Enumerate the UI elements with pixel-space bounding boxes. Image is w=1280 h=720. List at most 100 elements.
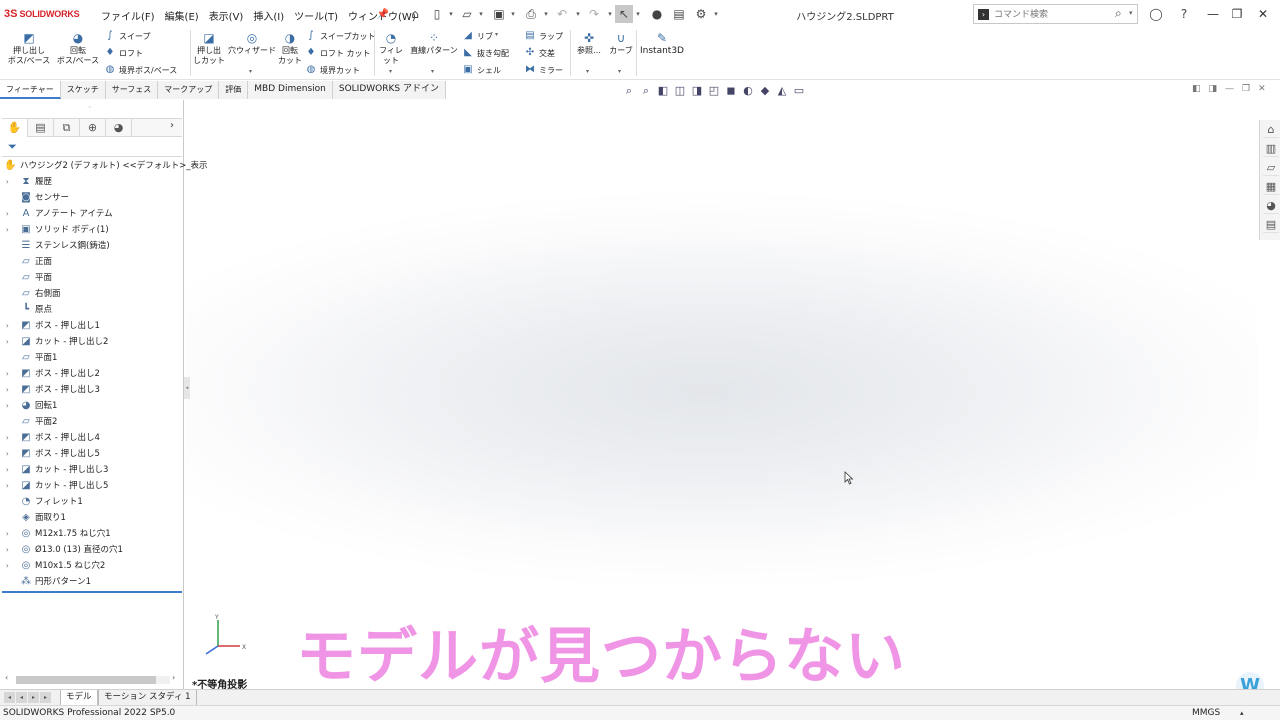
close-button[interactable]: ✕ (1252, 4, 1274, 24)
expand-arrow-icon[interactable]: › (6, 334, 14, 350)
new-dropdown-icon[interactable]: ▾ (447, 5, 455, 23)
intersect-button[interactable]: ✣ 交差 (524, 46, 555, 60)
command-search[interactable]: › ⌕ ▾ (973, 4, 1138, 24)
menu-insert[interactable]: 挿入(I) (248, 6, 289, 25)
tree-item[interactable]: › ◎ M10x1.5 ねじ穴2 (0, 558, 182, 574)
previous-view-icon[interactable]: ◧ (656, 84, 670, 98)
tree-item[interactable]: › ⧗ 履歴 (0, 174, 182, 190)
revolve-boss-button[interactable]: ◕ 回転 ボス/ベース (54, 31, 102, 66)
expand-arrow-icon[interactable]: › (6, 222, 14, 238)
linear-pattern-dropdown-icon[interactable]: ▾ (431, 68, 434, 75)
tab-surfaces[interactable]: サーフェス (105, 81, 159, 99)
viewport-minimize-icon[interactable]: — (1225, 84, 1234, 94)
scroll-left-icon[interactable]: ‹ (5, 673, 8, 682)
home-icon[interactable]: ⌂ (406, 5, 424, 23)
save-icon[interactable]: ▣ (490, 5, 508, 23)
tree-filter-row[interactable]: ⏷ (2, 139, 182, 157)
tree-item[interactable]: › ◪ カット - 押し出し2 (0, 334, 182, 350)
expand-arrow-icon[interactable]: › (6, 462, 14, 478)
configuration-manager-tab-icon[interactable]: ⧉ (54, 119, 80, 137)
hole-wizard-dropdown-icon[interactable]: ▾ (249, 68, 252, 75)
help-icon[interactable]: ? (1175, 5, 1193, 23)
file-explorer-icon[interactable]: ▱ (1263, 160, 1279, 176)
reference-dropdown-icon[interactable]: ▾ (586, 68, 589, 75)
solidworks-logo[interactable]: 3S SOLIDWORKS (4, 6, 80, 22)
tree-item[interactable]: › ◪ カット - 押し出し3 (0, 462, 182, 478)
tree-item[interactable]: › ◎ M12x1.75 ねじ穴1 (0, 526, 182, 542)
file-properties-icon[interactable]: ▤ (670, 5, 688, 23)
save-dropdown-icon[interactable]: ▾ (509, 5, 517, 23)
unit-system-dropdown-icon[interactable]: ▴ (1240, 709, 1244, 717)
expand-arrow-icon[interactable]: › (6, 206, 14, 222)
shell-button[interactable]: ▣ シェル (462, 63, 501, 77)
expand-arrow-icon[interactable]: › (6, 382, 14, 398)
panel-collapse-handle[interactable]: ◂ (184, 377, 190, 399)
lofted-cut-button[interactable]: ♦ ロフト カット (305, 46, 371, 60)
previous-tab-icon[interactable]: ◂ (16, 692, 27, 703)
print-icon[interactable]: ⎙ (522, 5, 540, 23)
menu-view[interactable]: 表示(V) (204, 6, 249, 25)
tree-item[interactable]: › A アノテート アイテム (0, 206, 182, 222)
expand-arrow-icon[interactable]: › (6, 446, 14, 462)
menu-edit[interactable]: 編集(E) (160, 6, 204, 25)
menu-tools[interactable]: ツール(T) (289, 6, 343, 25)
tree-item[interactable]: ▱ 平面1 (0, 350, 182, 366)
tree-item[interactable]: ┗ 原点 (0, 302, 182, 318)
pin-menu-icon[interactable]: 📌 (374, 5, 392, 23)
custom-properties-icon[interactable]: ▤ (1263, 217, 1279, 233)
expand-arrow-icon[interactable]: › (6, 430, 14, 446)
tree-item[interactable]: › ▣ ソリッド ボディ(1) (0, 222, 182, 238)
tab-features[interactable]: フィーチャー (0, 81, 61, 99)
tree-item[interactable]: ☰ ステンレス鋼(鋳造) (0, 238, 182, 254)
expand-arrow-icon[interactable]: › (6, 398, 14, 414)
tree-item[interactable]: ◔ フィレット1 (0, 494, 182, 510)
extrude-cut-button[interactable]: ◪ 押し出 しカット (192, 31, 226, 66)
redo-icon[interactable]: ↷ (585, 5, 603, 23)
search-icon[interactable]: ⌕ (1115, 6, 1122, 21)
expand-arrow-icon[interactable]: › (6, 558, 14, 574)
undo-icon[interactable]: ↶ (553, 5, 571, 23)
tree-item[interactable]: › ◩ ボス - 押し出し4 (0, 430, 182, 446)
tab-model[interactable]: モデル (60, 690, 98, 705)
solidworks-resources-icon[interactable]: ⌂ (1263, 122, 1279, 138)
hole-wizard-button[interactable]: ◎ 穴ウィザード (228, 31, 276, 56)
tab-sketch[interactable]: スケッチ (60, 81, 106, 99)
open-icon[interactable]: ▱ (458, 5, 476, 23)
tree-root-part[interactable]: ✋ ハウジング2 (デフォルト) <<デフォルト>_表示 (0, 158, 208, 174)
view-settings-icon[interactable]: ▭ (792, 84, 806, 98)
panel-grip-icon[interactable]: ◦ (88, 104, 92, 111)
boundary-boss-button[interactable]: ◍ 境界ボス/ベース (104, 63, 178, 77)
property-manager-tab-icon[interactable]: ▤ (28, 119, 54, 137)
unit-system[interactable]: MMGS (1192, 708, 1220, 718)
tree-item[interactable]: ▱ 正面 (0, 254, 182, 270)
fillet-button[interactable]: ◔ フィレット (376, 31, 406, 66)
select-dropdown-icon[interactable]: ▾ (634, 5, 642, 23)
viewport-restore-icon[interactable]: ❐ (1242, 84, 1250, 94)
print-dropdown-icon[interactable]: ▾ (542, 5, 550, 23)
zoom-to-fit-icon[interactable]: ⌕ (622, 84, 636, 98)
account-icon[interactable]: ◯ (1147, 5, 1165, 23)
reference-geometry-button[interactable]: ✜ 参照… (572, 31, 606, 56)
instant3d-button[interactable]: ✎ Instant3D (638, 31, 686, 56)
rollback-bar[interactable] (2, 591, 182, 593)
sweep-button[interactable]: ∫ スイープ (104, 29, 150, 43)
tab-solidworks-addins[interactable]: SOLIDWORKS アドイン (332, 81, 446, 99)
menu-file[interactable]: ファイル(F) (96, 6, 160, 25)
tree-horizontal-scrollbar[interactable]: ‹ › (2, 673, 182, 687)
scrollbar-thumb[interactable] (16, 676, 156, 684)
command-search-input[interactable] (994, 7, 1104, 22)
tree-item[interactable]: › ◪ カット - 押し出し5 (0, 478, 182, 494)
expand-arrow-icon[interactable]: › (6, 318, 14, 334)
tab-mbd-dimension[interactable]: MBD Dimension (248, 81, 333, 99)
tab-markup[interactable]: マークアップ (158, 81, 220, 99)
rebuild-icon[interactable]: ● (648, 5, 666, 23)
graphics-area[interactable] (185, 100, 1258, 689)
display-manager-tab-icon[interactable]: ◕ (106, 119, 132, 137)
boundary-cut-button[interactable]: ◍ 境界カット (305, 63, 360, 77)
view-orientation-icon[interactable]: ◰ (707, 84, 721, 98)
tree-item[interactable]: ▱ 平面 (0, 270, 182, 286)
edit-appearance-icon[interactable]: ◆ (758, 84, 772, 98)
expand-arrow-icon[interactable]: › (6, 542, 14, 558)
mirror-button[interactable]: ⧓ ミラー (524, 63, 563, 77)
minimize-button[interactable]: — (1202, 4, 1224, 24)
